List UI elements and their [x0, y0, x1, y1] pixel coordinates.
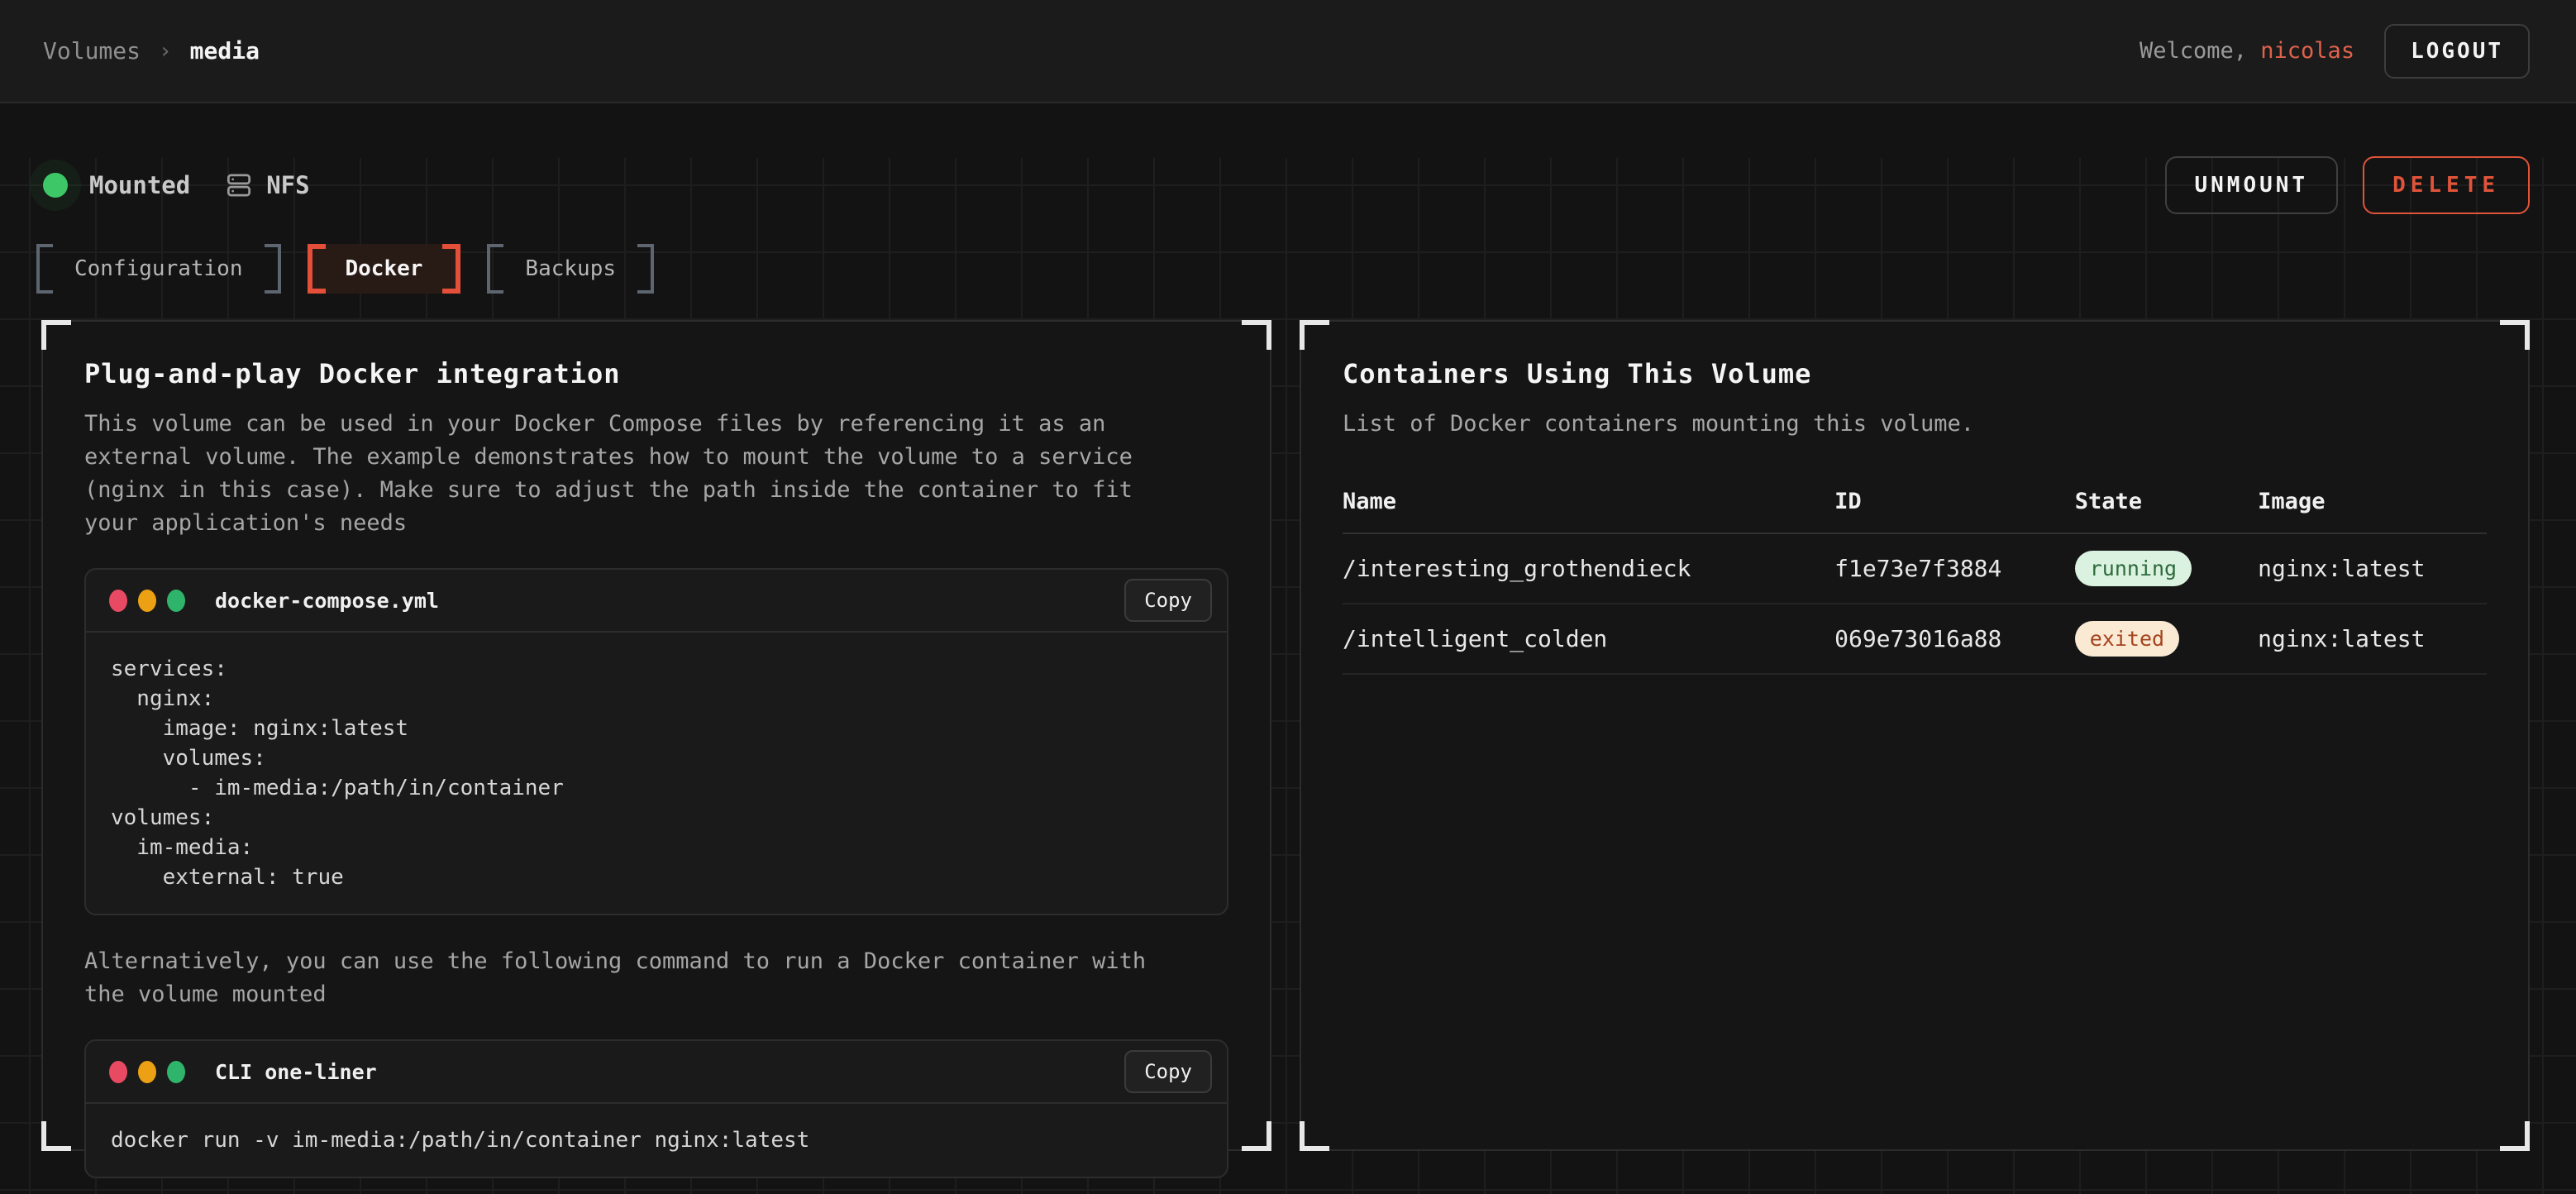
panel-corner-decoration	[41, 1121, 71, 1151]
docker-integration-panel: Plug-and-play Docker integration This vo…	[41, 320, 1271, 1151]
compose-filename: docker-compose.yml	[215, 589, 439, 613]
cli-filename: CLI one-liner	[215, 1060, 377, 1084]
container-id: 069e73016a88	[1834, 604, 2075, 674]
top-bar: Volumes › media Welcome, nicolas LOGOUT	[0, 0, 2576, 103]
unmount-button[interactable]: UNMOUNT	[2165, 156, 2339, 214]
containers-panel: Containers Using This Volume List of Doc…	[1300, 320, 2530, 1151]
mounted-status-dot-icon	[43, 173, 68, 198]
docker-panel-title: Plug-and-play Docker integration	[84, 358, 1228, 389]
copy-compose-button[interactable]: Copy	[1124, 579, 1212, 622]
panel-corner-decoration	[41, 320, 71, 350]
containers-panel-title: Containers Using This Volume	[1343, 358, 2487, 389]
tab-docker[interactable]: Docker	[308, 244, 461, 294]
table-row: /intelligent_colden 069e73016a88 exited …	[1343, 604, 2487, 674]
green-dot-icon	[167, 590, 185, 612]
logout-button[interactable]: LOGOUT	[2384, 24, 2530, 79]
username: nicolas	[2260, 38, 2354, 64]
amber-dot-icon	[138, 1061, 156, 1083]
column-header-state: State	[2075, 489, 2258, 533]
breadcrumb: Volumes › media	[43, 37, 260, 64]
welcome-text: Welcome, nicolas	[2140, 38, 2354, 64]
main-content: Mounted NFS UNMOUNT DELETE Configuration…	[0, 158, 2576, 1194]
panel-corner-decoration	[1242, 320, 1271, 350]
docker-panel-description: This volume can be used in your Docker C…	[84, 408, 1167, 540]
compose-code: services: nginx: image: nginx:latest vol…	[86, 633, 1227, 914]
breadcrumb-current-volume: media	[190, 37, 260, 64]
tab-bar: Configuration Docker Backups	[36, 244, 2576, 294]
tab-configuration[interactable]: Configuration	[36, 244, 281, 294]
column-header-name: Name	[1343, 489, 1834, 533]
container-name: /intelligent_colden	[1343, 604, 1834, 674]
server-stack-icon	[223, 170, 255, 201]
status-badge: running	[2075, 551, 2192, 586]
compose-code-block: docker-compose.yml Copy services: nginx:…	[84, 568, 1228, 915]
amber-dot-icon	[138, 590, 156, 612]
tab-backups[interactable]: Backups	[487, 244, 654, 294]
containers-panel-subtitle: List of Docker containers mounting this …	[1343, 408, 2426, 441]
breadcrumb-volumes-link[interactable]: Volumes	[43, 37, 141, 64]
green-dot-icon	[167, 1061, 185, 1083]
cli-intro-text: Alternatively, you can use the following…	[84, 945, 1167, 1011]
cli-code: docker run -v im-media:/path/in/containe…	[86, 1104, 1227, 1177]
fs-type-label: NFS	[266, 171, 309, 199]
container-name: /interesting_grothendieck	[1343, 533, 1834, 604]
window-dots-icon	[109, 590, 185, 612]
panel-corner-decoration	[1300, 320, 1329, 350]
copy-cli-button[interactable]: Copy	[1124, 1050, 1212, 1093]
mount-state-label: Mounted	[89, 171, 190, 199]
panel-corner-decoration	[1242, 1121, 1271, 1151]
delete-button[interactable]: DELETE	[2363, 156, 2530, 214]
container-image: nginx:latest	[2258, 604, 2487, 674]
breadcrumb-separator-icon: ›	[159, 39, 172, 64]
red-dot-icon	[109, 590, 127, 612]
column-header-id: ID	[1834, 489, 2075, 533]
container-image: nginx:latest	[2258, 533, 2487, 604]
panel-corner-decoration	[1300, 1121, 1329, 1151]
red-dot-icon	[109, 1061, 127, 1083]
table-row: /interesting_grothendieck f1e73e7f3884 r…	[1343, 533, 2487, 604]
column-header-image: Image	[2258, 489, 2487, 533]
cli-code-block: CLI one-liner Copy docker run -v im-medi…	[84, 1039, 1228, 1178]
status-badge: exited	[2075, 621, 2179, 657]
panel-corner-decoration	[2500, 1121, 2530, 1151]
container-id: f1e73e7f3884	[1834, 533, 2075, 604]
containers-table: Name ID State Image /interesting_grothen…	[1343, 489, 2487, 675]
window-dots-icon	[109, 1061, 185, 1083]
panel-corner-decoration	[2500, 320, 2530, 350]
